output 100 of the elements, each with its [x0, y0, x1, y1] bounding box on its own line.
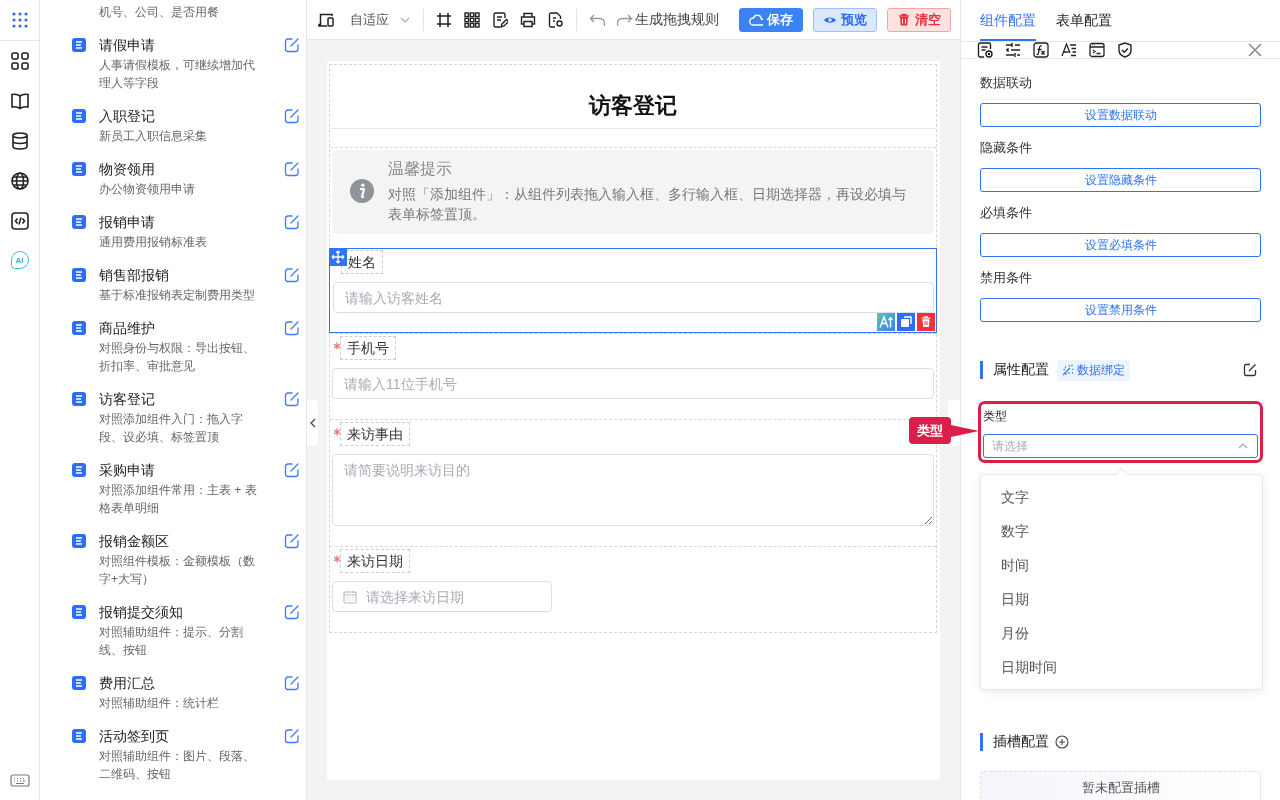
section-title: 插槽配置 [993, 733, 1049, 751]
document-icon [72, 676, 86, 690]
magic-wand-icon [1062, 363, 1075, 377]
copy-icon[interactable] [897, 313, 915, 331]
template-description: 对照辅助组件：图片、段落、二维码、按钮 [99, 748, 256, 783]
condition-button[interactable]: 设置隐藏条件 [980, 168, 1261, 192]
book-icon[interactable] [9, 91, 30, 111]
dropdown-option[interactable]: 数字 [981, 514, 1262, 548]
condition-button[interactable]: 设置禁用条件 [980, 298, 1261, 322]
condition-button[interactable]: 设置数据联动 [980, 103, 1261, 127]
globe-icon[interactable] [9, 171, 30, 191]
edit-icon[interactable] [1243, 363, 1257, 377]
sliders-icon[interactable] [1005, 42, 1021, 58]
template-description: 对照添加组件入门：拖入字段、设必填、标签置顶 [99, 411, 244, 446]
text-input[interactable]: 请输入11位手机号 [332, 368, 934, 399]
template-title[interactable]: 报销申请 [99, 211, 261, 233]
condition-button[interactable]: 设置必填条件 [980, 233, 1261, 257]
field-label: 来访事由 [340, 422, 410, 446]
dropdown-option[interactable]: 日期 [981, 582, 1262, 616]
print-icon[interactable] [520, 11, 536, 28]
document-icon [72, 162, 86, 176]
notice-text: 对照「添加组件」：从组件列表拖入输入框、多行输入框、日期选择器，再设必填与表单标签置顶。 [388, 185, 907, 224]
template-title[interactable]: 请假申请 [99, 34, 261, 56]
crop-icon[interactable] [436, 11, 452, 28]
keyboard-icon[interactable] [9, 773, 30, 788]
form-field-block[interactable]: 姓名 请输入访客姓名 [329, 248, 937, 333]
textarea-field[interactable]: 请简要说明来访目的 [332, 454, 934, 526]
document-settings-icon[interactable] [548, 11, 564, 28]
date-input[interactable]: 请选择来访日期 [332, 581, 552, 612]
close-icon[interactable] [1248, 43, 1262, 57]
text-style-icon[interactable] [1061, 42, 1077, 58]
delete-icon[interactable] [917, 313, 935, 331]
condition-label: 禁用条件 [980, 269, 1033, 287]
callout-tag: 类型 [909, 417, 951, 444]
form-title: 访客登记 [589, 92, 677, 120]
generate-rule-button[interactable]: 生成拖拽规则 [635, 10, 719, 29]
condition-label: 必填条件 [980, 204, 1033, 222]
template-title[interactable]: 报销金额区 [99, 530, 261, 552]
apps-icon[interactable] [10, 11, 29, 29]
code-icon[interactable] [9, 211, 30, 231]
drag-handle[interactable] [329, 248, 347, 266]
form-field-block[interactable]: 手机号 请输入11位手机号 [330, 333, 936, 419]
document-icon [72, 109, 86, 123]
add-icon[interactable] [1055, 735, 1069, 749]
text-format-icon[interactable] [877, 313, 895, 331]
field-label: 类型 [983, 408, 1008, 425]
condition-label: 隐藏条件 [980, 139, 1033, 157]
dropdown-option[interactable]: 月份 [981, 616, 1262, 650]
template-description: 机号、公司、是否用餐 [99, 4, 220, 21]
template-title[interactable]: 商品维护 [99, 317, 261, 339]
template-title[interactable]: 访客登记 [99, 388, 261, 410]
function-icon[interactable] [1033, 42, 1049, 58]
calendar-icon [343, 590, 357, 604]
template-title[interactable]: 销售部报销 [99, 264, 261, 286]
template-title[interactable]: 报销提交须知 [99, 601, 261, 623]
template-title[interactable]: 费用汇总 [99, 672, 261, 694]
database-icon[interactable] [9, 131, 30, 151]
document-icon [72, 215, 86, 229]
dropdown-option[interactable]: 时间 [981, 548, 1262, 582]
template-description: 对照添加组件常用：主表 + 表格表单明细 [99, 482, 258, 517]
template-description: 基于标准报销表定制费用类型 [99, 287, 256, 304]
move-icon [330, 249, 346, 265]
cloud-icon [749, 12, 763, 27]
info-icon [350, 179, 374, 203]
toolbar-button[interactable]: 清空 [887, 7, 951, 32]
toolbar-button[interactable]: 保存 [739, 7, 803, 32]
data-binding-button[interactable]: 数据绑定 [1057, 359, 1130, 381]
field-label: 来访日期 [340, 549, 410, 573]
panel-tab[interactable]: 表单配置 [1056, 0, 1112, 41]
template-description: 人事请假模板，可继续增加代理人等字段 [99, 57, 256, 92]
field-label: 手机号 [340, 336, 396, 360]
grid-icon[interactable] [464, 11, 480, 28]
layout-select[interactable]: 自适应 [350, 10, 411, 29]
template-title[interactable]: 入职登记 [99, 105, 261, 127]
text-input[interactable]: 请输入访客姓名 [333, 282, 934, 313]
document-icon [72, 729, 86, 743]
terminal-icon[interactable] [1089, 42, 1105, 58]
form-field-block[interactable]: 来访日期 请选择来访日期 [330, 546, 936, 632]
note-edit-icon[interactable] [492, 11, 508, 28]
template-title[interactable]: 物资领用 [99, 158, 261, 180]
template-title[interactable]: 采购申请 [99, 459, 261, 481]
template-title[interactable]: 活动签到页 [99, 725, 261, 747]
template-description: 对照辅助组件：提示、分割线、按钮 [99, 624, 244, 659]
toolbar-button[interactable]: 预览 [813, 7, 877, 32]
shield-check-icon[interactable] [1117, 42, 1133, 58]
dropdown-option[interactable]: 文字 [981, 480, 1262, 514]
document-icon [72, 392, 86, 406]
document-icon [72, 534, 86, 548]
dropdown-option[interactable]: 日期时间 [981, 650, 1262, 684]
document-icon [72, 38, 86, 52]
document-icon [72, 605, 86, 619]
document-icon [72, 463, 86, 477]
form-settings-icon[interactable] [977, 42, 993, 58]
document-icon [72, 268, 86, 282]
device-icon[interactable] [318, 11, 334, 28]
panel-tab[interactable]: 组件配置 [980, 0, 1036, 41]
condition-label: 数据联动 [980, 74, 1033, 92]
template-description: 办公物资领用申请 [99, 181, 196, 198]
grid-icon[interactable] [9, 51, 30, 71]
template-description: 对照组件模板：金额模板（数字+大写） [99, 553, 256, 588]
